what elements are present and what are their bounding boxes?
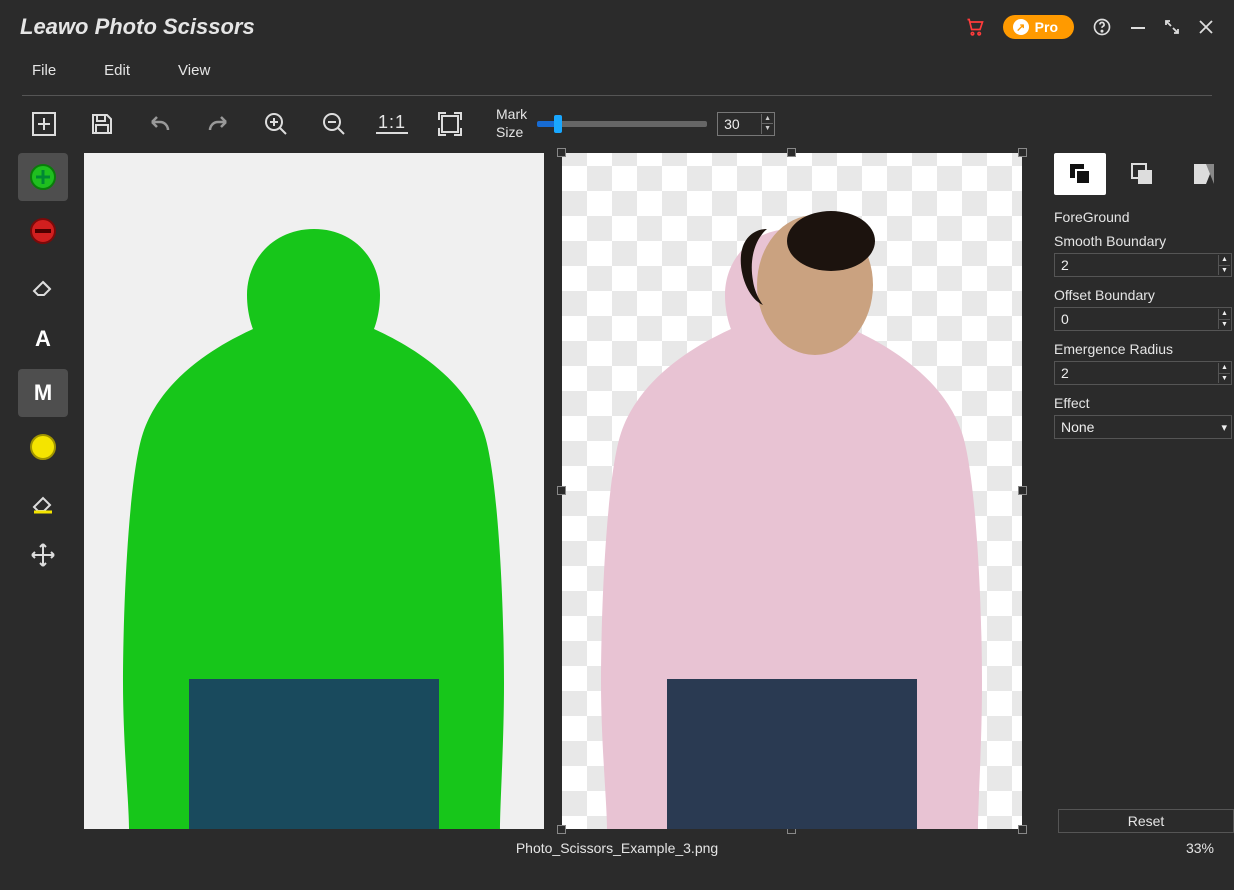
close-icon[interactable] xyxy=(1198,19,1214,35)
help-icon[interactable] xyxy=(1092,17,1112,37)
slider-thumb-icon[interactable] xyxy=(554,115,562,133)
manual-mode-button[interactable]: M xyxy=(18,369,68,417)
result-image-placeholder xyxy=(577,189,1007,829)
status-filename: Photo_Scissors_Example_3.png xyxy=(516,840,718,856)
maximize-icon[interactable] xyxy=(1164,19,1180,35)
crop-handle-icon[interactable] xyxy=(557,825,566,834)
auto-mode-button[interactable]: A xyxy=(18,315,68,363)
fit-screen-button[interactable] xyxy=(434,108,466,140)
offset-boundary-value: 0 xyxy=(1061,311,1069,327)
spinner-buttons[interactable]: ▲▼ xyxy=(1218,363,1230,383)
menu-file[interactable]: File xyxy=(32,62,56,79)
background-tab[interactable] xyxy=(1116,153,1168,195)
effect-label: Effect xyxy=(1054,395,1234,411)
reset-button[interactable]: Reset xyxy=(1058,809,1234,833)
mark-size-value: 30 xyxy=(724,116,740,132)
emergence-radius-input[interactable]: 2 ▲▼ xyxy=(1054,361,1232,385)
mark-size-label: Mark Size xyxy=(496,106,527,141)
zoom-out-button[interactable] xyxy=(318,108,350,140)
source-canvas[interactable] xyxy=(84,153,544,829)
emergence-radius-value: 2 xyxy=(1061,365,1069,381)
source-image-placeholder xyxy=(99,189,529,829)
menu-edit[interactable]: Edit xyxy=(104,62,130,79)
save-button[interactable] xyxy=(86,108,118,140)
zoom-in-button[interactable] xyxy=(260,108,292,140)
actual-size-button[interactable]: 1:1 xyxy=(376,108,408,140)
panel-title: ForeGround xyxy=(1054,209,1234,225)
mark-background-tool[interactable] xyxy=(18,207,68,255)
offset-boundary-input[interactable]: 0 ▲▼ xyxy=(1054,307,1232,331)
app-title: Leawo Photo Scissors xyxy=(20,14,255,40)
smooth-boundary-label: Smooth Boundary xyxy=(1054,233,1234,249)
offset-boundary-label: Offset Boundary xyxy=(1054,287,1234,303)
crop-handle-icon[interactable] xyxy=(557,148,566,157)
smooth-boundary-input[interactable]: 2 ▲▼ xyxy=(1054,253,1232,277)
mark-size-slider[interactable] xyxy=(537,121,707,127)
undo-button[interactable] xyxy=(144,108,176,140)
reset-label: Reset xyxy=(1128,813,1165,829)
shadow-tab[interactable] xyxy=(1178,153,1230,195)
spinner-buttons[interactable]: ▲▼ xyxy=(1218,255,1230,275)
effect-select[interactable]: None xyxy=(1054,415,1232,439)
crop-handle-icon[interactable] xyxy=(787,148,796,157)
crop-handle-icon[interactable] xyxy=(557,486,566,495)
menu-view[interactable]: View xyxy=(178,62,210,79)
ratio-label: 1:1 xyxy=(376,113,408,134)
foreground-tab[interactable] xyxy=(1054,153,1106,195)
move-tool[interactable] xyxy=(18,531,68,579)
pro-label: Pro xyxy=(1035,19,1058,35)
status-zoom: 33% xyxy=(1186,840,1214,856)
hair-eraser-tool[interactable] xyxy=(18,477,68,525)
upgrade-icon: ↗ xyxy=(1013,19,1029,35)
minimize-icon[interactable] xyxy=(1130,19,1146,35)
add-image-button[interactable] xyxy=(28,108,60,140)
redo-button[interactable] xyxy=(202,108,234,140)
hair-tool[interactable] xyxy=(18,423,68,471)
mark-eraser-tool[interactable] xyxy=(18,261,68,309)
effect-value: None xyxy=(1061,419,1094,435)
mark-foreground-tool[interactable] xyxy=(18,153,68,201)
crop-handle-icon[interactable] xyxy=(1018,825,1027,834)
pro-button[interactable]: ↗ Pro xyxy=(1003,15,1074,39)
result-canvas[interactable] xyxy=(562,153,1022,829)
auto-mode-label: A xyxy=(35,326,51,352)
crop-handle-icon[interactable] xyxy=(1018,486,1027,495)
emergence-radius-label: Emergence Radius xyxy=(1054,341,1234,357)
manual-mode-label: M xyxy=(34,380,52,406)
spinner-buttons[interactable]: ▲▼ xyxy=(761,114,773,134)
smooth-boundary-value: 2 xyxy=(1061,257,1069,273)
cart-icon[interactable] xyxy=(965,17,985,37)
mark-size-input[interactable]: 30 ▲▼ xyxy=(717,112,775,136)
crop-handle-icon[interactable] xyxy=(1018,148,1027,157)
spinner-buttons[interactable]: ▲▼ xyxy=(1218,309,1230,329)
